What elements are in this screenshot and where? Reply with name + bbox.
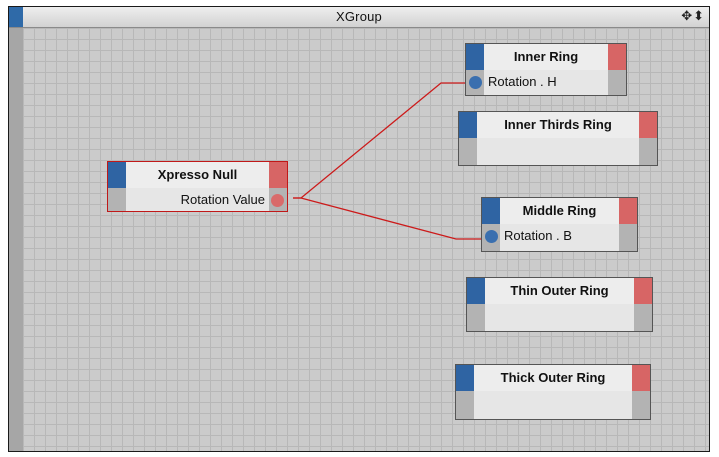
output-ports-tab[interactable] [269,162,287,188]
node-body [459,138,657,165]
node-middle-ring[interactable]: Middle Ring Rotation . B [481,197,638,252]
window-title: XGroup [335,9,382,24]
node-title: Thick Outer Ring [500,370,606,385]
node-header[interactable]: Thick Outer Ring [456,365,650,391]
node-body: Rotation . B [482,224,637,251]
node-thin-outer-ring[interactable]: Thin Outer Ring [466,277,653,332]
port-label-rotation-value: Rotation Value [180,192,265,207]
input-ports-tab[interactable] [459,112,477,138]
node-body [456,391,650,419]
node-editor-canvas[interactable]: Xpresso Null Rotation Value Inner Ring R… [23,28,709,451]
input-port-dot[interactable] [469,76,482,89]
port-label-rotation-b: Rotation . B [504,228,572,243]
port-label-rotation-h: Rotation . H [488,74,557,89]
node-header[interactable]: Thin Outer Ring [467,278,652,304]
move-resize-icon[interactable]: ✥⬍ [681,8,705,24]
node-xpresso-null[interactable]: Xpresso Null Rotation Value [107,161,288,212]
wire-to-inner-ring[interactable] [293,82,476,199]
node-title: Inner Thirds Ring [504,117,612,132]
output-port-dot[interactable] [271,194,284,207]
output-port-column [632,391,650,419]
node-title: Thin Outer Ring [510,283,609,298]
left-gutter [9,28,23,451]
output-port-column [608,70,626,95]
output-ports-tab[interactable] [608,44,626,70]
node-body: Rotation . H [466,70,626,95]
output-port-column [619,224,637,251]
output-port-column [634,304,652,331]
input-ports-tab[interactable] [456,365,474,391]
node-thick-outer-ring[interactable]: Thick Outer Ring [455,364,651,420]
node-header[interactable]: Xpresso Null [108,162,287,188]
input-ports-tab[interactable] [108,162,126,188]
xgroup-titlebar[interactable]: XGroup ✥⬍ [9,7,709,28]
node-body [467,304,652,331]
input-port-column [108,188,126,211]
input-port-column [459,138,477,165]
node-header[interactable]: Inner Thirds Ring [459,112,657,138]
xgroup-window: XGroup ✥⬍ Xpresso Null Rotation Value In… [8,6,710,452]
node-inner-thirds-ring[interactable]: Inner Thirds Ring [458,111,658,166]
input-port-dot[interactable] [485,230,498,243]
output-ports-tab[interactable] [639,112,657,138]
node-title: Middle Ring [522,203,597,218]
output-ports-tab[interactable] [634,278,652,304]
input-port-column [467,304,485,331]
input-ports-tab[interactable] [482,198,500,224]
input-port-column [456,391,474,419]
wire-to-middle-ring[interactable] [293,197,491,240]
node-header[interactable]: Middle Ring [482,198,637,224]
input-ports-tab[interactable] [466,44,484,70]
node-inner-ring[interactable]: Inner Ring Rotation . H [465,43,627,96]
node-body: Rotation Value [108,188,287,211]
output-ports-tab[interactable] [632,365,650,391]
node-header[interactable]: Inner Ring [466,44,626,70]
node-title: Inner Ring [513,49,579,64]
output-ports-tab[interactable] [619,198,637,224]
output-port-column [639,138,657,165]
node-title: Xpresso Null [157,167,238,182]
input-ports-tab[interactable] [467,278,485,304]
